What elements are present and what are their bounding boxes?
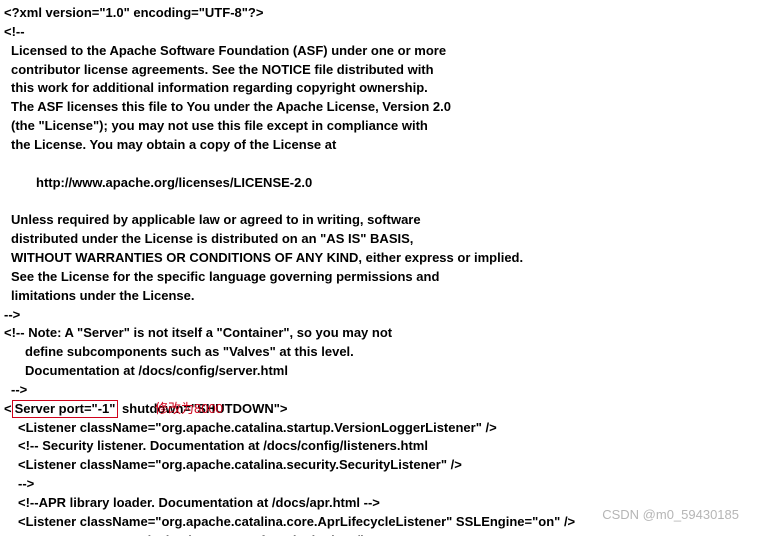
license-line: (the "License"); you may not use this fi… — [4, 117, 752, 136]
code-viewport[interactable]: <?xml version="1.0" encoding="UTF-8"?> <… — [0, 0, 757, 536]
license-line: See the License for the specific languag… — [4, 268, 752, 287]
listener-line: <Listener className="org.apache.catalina… — [4, 513, 752, 532]
license-line: Licensed to the Apache Software Foundati… — [4, 42, 752, 61]
comment-close: --> — [4, 306, 752, 325]
comment-close: --> — [4, 381, 752, 400]
listener-line: <Listener className="org.apache.catalina… — [4, 456, 752, 475]
license-url: http://www.apache.org/licenses/LICENSE-2… — [4, 174, 752, 193]
license-line: Unless required by applicable law or agr… — [4, 211, 752, 230]
edit-annotation: 修改为8000 — [155, 398, 223, 417]
comment-open: <!-- — [4, 23, 752, 42]
listener-line: <!-- Prevent memory leaks due to use of … — [4, 532, 752, 536]
license-line: WITHOUT WARRANTIES OR CONDITIONS OF ANY … — [4, 249, 752, 268]
blank-line — [4, 155, 752, 174]
listener-line: <!-- Security listener. Documentation at… — [4, 437, 752, 456]
license-line: distributed under the License is distrib… — [4, 230, 752, 249]
listener-line: <Listener className="org.apache.catalina… — [4, 419, 752, 438]
license-line: limitations under the License. — [4, 287, 752, 306]
lt-char: < — [4, 401, 12, 416]
note-line: Documentation at /docs/config/server.htm… — [4, 362, 752, 381]
server-port-highlight: Server port="-1" — [12, 400, 119, 419]
xml-declaration: <?xml version="1.0" encoding="UTF-8"?> — [4, 4, 752, 23]
note-line: define subcomponents such as "Valves" at… — [4, 343, 752, 362]
license-line: the License. You may obtain a copy of th… — [4, 136, 752, 155]
listener-line: --> — [4, 475, 752, 494]
license-line: this work for additional information reg… — [4, 79, 752, 98]
license-line: The ASF licenses this file to You under … — [4, 98, 752, 117]
blank-line — [4, 192, 752, 211]
server-line: <Server port="-1" shutdown="SHUTDOWN"> — [4, 400, 752, 419]
note-line: <!-- Note: A "Server" is not itself a "C… — [4, 324, 752, 343]
xml-content: <?xml version="1.0" encoding="UTF-8"?> <… — [0, 0, 757, 536]
license-line: contributor license agreements. See the … — [4, 61, 752, 80]
listener-line: <!--APR library loader. Documentation at… — [4, 494, 752, 513]
